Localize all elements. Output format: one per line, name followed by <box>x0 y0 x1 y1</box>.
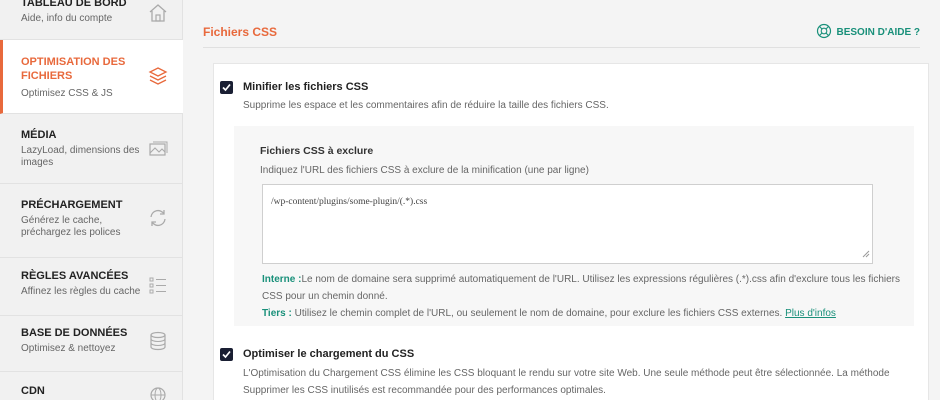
css-options-panel: Minifier les fichiers CSS Supprime les e… <box>213 63 929 400</box>
help-icon <box>816 23 832 42</box>
help-thirdparty-label: Tiers : <box>262 308 292 319</box>
divider <box>203 47 920 48</box>
sidebar-item-title: OPTIMISATION DES FICHIERS <box>21 56 126 82</box>
sidebar-item-subtitle: Générez le cache, préchargez les polices <box>21 215 121 238</box>
sidebar-item-file-optimization[interactable]: OPTIMISATION DES FICHIERS Optimisez CSS … <box>0 40 183 114</box>
sidebar-item-title: BASE DE DONNÉES <box>21 327 128 339</box>
database-icon <box>147 330 171 354</box>
sidebar: TABLEAU DE BORD Aide, info du compte OPT… <box>0 0 183 400</box>
sidebar-item-subtitle: Affinez les règles du cache <box>21 286 141 297</box>
section-title: Fichiers CSS <box>203 25 278 39</box>
sidebar-item-title: MÉDIA <box>21 129 57 141</box>
sidebar-item-title: TABLEAU DE BORD <box>21 0 127 9</box>
sidebar-item-title: CDN <box>21 385 45 397</box>
sidebar-item-dashboard[interactable]: TABLEAU DE BORD Aide, info du compte <box>0 0 183 40</box>
sidebar-item-subtitle: Optimisez CSS & JS <box>21 88 113 99</box>
exclude-css-value: /wp-content/plugins/some-plugin/(.*).css <box>271 197 428 207</box>
sidebar-item-subtitle: LazyLoad, dimensions des images <box>21 145 140 168</box>
exclude-css-help: Interne :Le nom de domaine sera supprimé… <box>262 271 902 322</box>
optimize-css-description: L'Optimisation du Chargement CSS élimine… <box>243 368 890 396</box>
sidebar-item-title: RÈGLES AVANCÉES <box>21 270 129 282</box>
help-internal-text: Le nom de domaine sera supprimé automati… <box>262 274 900 302</box>
sidebar-item-advanced-rules[interactable]: RÈGLES AVANCÉES Affinez les règles du ca… <box>0 258 183 316</box>
help-internal-label: Interne : <box>262 274 302 285</box>
main-content: Fichiers CSS BESOIN D'AIDE ? Minifier le… <box>183 0 940 400</box>
sidebar-item-preload[interactable]: PRÉCHARGEMENT Générez le cache, précharg… <box>0 184 183 258</box>
sidebar-item-media[interactable]: MÉDIA LazyLoad, dimensions des images <box>0 114 183 184</box>
exclude-css-title: Fichiers CSS à exclure <box>260 145 374 157</box>
sidebar-item-database[interactable]: BASE DE DONNÉES Optimisez & nettoyez <box>0 316 183 372</box>
optimize-css-label: Optimiser le chargement du CSS <box>243 348 415 360</box>
exclude-css-description: Indiquez l'URL des fichiers CSS à exclur… <box>260 165 589 176</box>
optimize-css-checkbox[interactable] <box>220 348 233 361</box>
help-label: BESOIN D'AIDE ? <box>836 27 921 38</box>
home-icon <box>147 2 171 26</box>
sidebar-item-subtitle: Aide, info du compte <box>21 13 113 24</box>
resize-handle-icon[interactable] <box>862 250 870 261</box>
more-info-link[interactable]: Plus d'infos <box>785 308 836 319</box>
image-icon <box>147 138 171 162</box>
sidebar-item-title: PRÉCHARGEMENT <box>21 199 123 211</box>
exclude-css-textarea[interactable]: /wp-content/plugins/some-plugin/(.*).css <box>262 184 873 264</box>
list-icon <box>147 274 171 298</box>
help-link[interactable]: BESOIN D'AIDE ? <box>816 23 921 42</box>
refresh-icon <box>147 207 171 231</box>
layers-icon <box>147 65 171 89</box>
globe-icon <box>147 384 171 400</box>
minify-css-label: Minifier les fichiers CSS <box>243 81 369 93</box>
sidebar-item-subtitle: Optimisez & nettoyez <box>21 343 116 354</box>
minify-css-description: Supprime les espace et les commentaires … <box>243 100 609 111</box>
exclude-css-box: Fichiers CSS à exclure Indiquez l'URL de… <box>234 126 914 326</box>
minify-css-checkbox[interactable] <box>220 81 233 94</box>
sidebar-item-cdn[interactable]: CDN <box>0 372 183 400</box>
help-thirdparty-text: Utilisez le chemin complet de l'URL, ou … <box>291 308 786 319</box>
